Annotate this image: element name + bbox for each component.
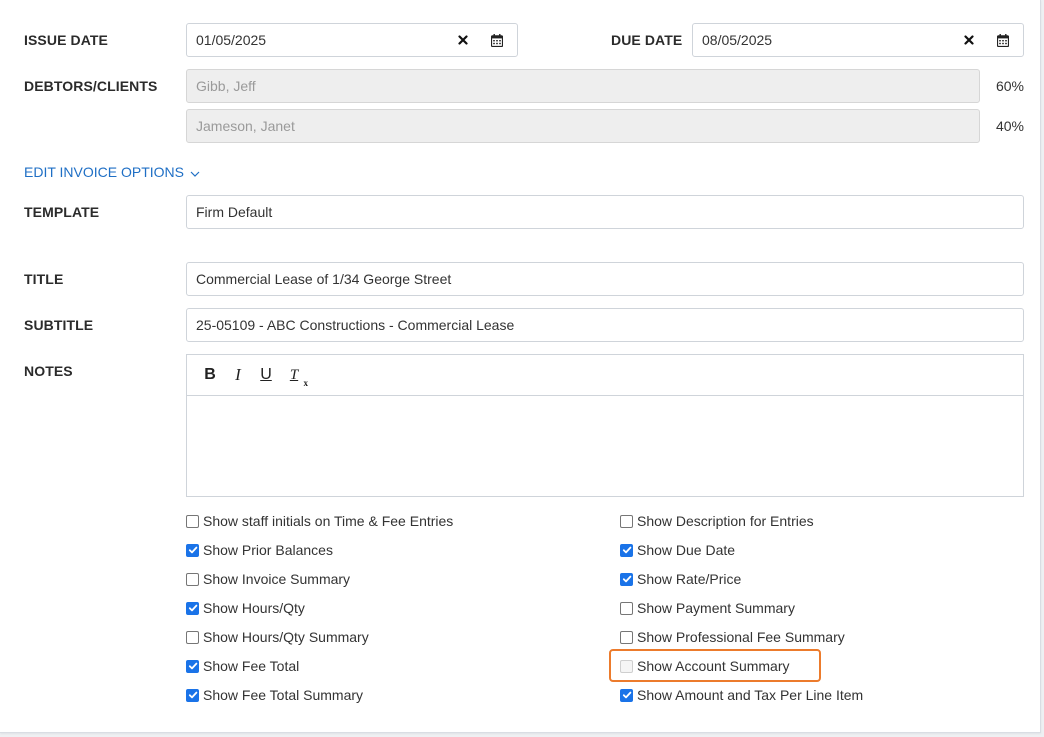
option-checkbox[interactable]: [620, 688, 633, 702]
chevron-down-icon[interactable]: [190, 164, 200, 180]
option-row[interactable]: Show staff initials on Time & Fee Entrie…: [186, 511, 453, 531]
option-checkbox[interactable]: [620, 630, 633, 644]
option-checkbox[interactable]: [620, 543, 633, 557]
debtor-percent-2: 40%: [995, 118, 1024, 134]
debtor-field-1: Gibb, Jeff: [186, 69, 980, 103]
debtor-name-2: Jameson, Janet: [196, 118, 295, 134]
option-checkbox[interactable]: [620, 601, 633, 615]
option-row[interactable]: Show Description for Entries: [620, 511, 814, 531]
option-checkbox[interactable]: [186, 688, 199, 702]
option-checkbox[interactable]: [186, 630, 199, 644]
option-checkbox[interactable]: [620, 514, 633, 528]
due-date-calendar-icon[interactable]: [992, 29, 1014, 51]
option-label[interactable]: Show staff initials on Time & Fee Entrie…: [203, 513, 453, 529]
notes-label: NOTES: [24, 363, 73, 379]
option-label[interactable]: Show Hours/Qty Summary: [203, 629, 369, 645]
option-checkbox[interactable]: [186, 543, 199, 557]
option-label[interactable]: Show Fee Total Summary: [203, 687, 363, 703]
issue-date-value[interactable]: 01/05/2025: [196, 32, 442, 48]
subtitle-value[interactable]: 25-05109 - ABC Constructions - Commercia…: [196, 317, 1014, 333]
option-row[interactable]: Show Prior Balances: [186, 540, 333, 560]
option-row[interactable]: Show Due Date: [620, 540, 735, 560]
option-label[interactable]: Show Description for Entries: [637, 513, 814, 529]
option-label[interactable]: Show Professional Fee Summary: [637, 629, 845, 645]
subtitle-input[interactable]: 25-05109 - ABC Constructions - Commercia…: [186, 308, 1024, 342]
edit-invoice-options-link[interactable]: EDIT INVOICE OPTIONS: [24, 164, 200, 180]
option-row[interactable]: Show Fee Total: [186, 656, 299, 676]
template-label: TEMPLATE: [24, 204, 100, 220]
issue-date-clear-times-icon[interactable]: [452, 29, 474, 51]
option-label[interactable]: Show Amount and Tax Per Line Item: [637, 687, 863, 703]
option-label[interactable]: Show Fee Total: [203, 658, 299, 674]
title-label: TITLE: [24, 271, 64, 287]
option-checkbox[interactable]: [186, 514, 199, 528]
due-date-clear-times-icon[interactable]: [958, 29, 980, 51]
due-date-label: DUE DATE: [611, 32, 683, 48]
option-label[interactable]: Show Hours/Qty: [203, 600, 305, 616]
edit-invoice-options-label[interactable]: EDIT INVOICE OPTIONS: [24, 164, 184, 180]
option-label[interactable]: Show Prior Balances: [203, 542, 333, 558]
issue-date-calendar-icon[interactable]: [486, 29, 508, 51]
debtor-percent-1: 60%: [995, 78, 1024, 94]
option-checkbox[interactable]: [186, 572, 199, 586]
bold-button[interactable]: B: [201, 364, 219, 386]
clear-format-button[interactable]: Tx: [285, 364, 308, 389]
option-label[interactable]: Show Rate/Price: [637, 571, 741, 587]
issue-date-label: ISSUE DATE: [24, 32, 108, 48]
debtor-name-1: Gibb, Jeff: [196, 78, 256, 94]
option-checkbox[interactable]: [186, 659, 199, 673]
debtor-field-2: Jameson, Janet: [186, 109, 980, 143]
clear-format-label[interactable]: T: [290, 367, 298, 384]
subtitle-label: SUBTITLE: [24, 317, 94, 333]
template-value[interactable]: Firm Default: [196, 204, 1014, 220]
option-label[interactable]: Show Due Date: [637, 542, 735, 558]
highlight-box: [609, 649, 821, 682]
option-row[interactable]: Show Amount and Tax Per Line Item: [620, 685, 863, 705]
issue-date-field[interactable]: 01/05/2025: [186, 23, 518, 57]
option-row[interactable]: Show Payment Summary: [620, 598, 795, 618]
italic-button[interactable]: I: [229, 364, 247, 386]
title-value[interactable]: Commercial Lease of 1/34 George Street: [196, 271, 1014, 287]
title-input[interactable]: Commercial Lease of 1/34 George Street: [186, 262, 1024, 296]
option-row[interactable]: Show Hours/Qty: [186, 598, 305, 618]
option-label[interactable]: Show Invoice Summary: [203, 571, 350, 587]
due-date-value[interactable]: 08/05/2025: [702, 32, 948, 48]
invoice-settings-panel: ISSUE DATE 01/05/2025 DUE DATE 08/05/202…: [0, 0, 1041, 733]
clear-format-x-icon[interactable]: x: [304, 378, 309, 388]
template-select[interactable]: Firm Default: [186, 195, 1024, 229]
option-row[interactable]: Show Rate/Price: [620, 569, 741, 589]
option-row[interactable]: Show Professional Fee Summary: [620, 627, 845, 647]
option-label[interactable]: Show Payment Summary: [637, 600, 795, 616]
notes-content[interactable]: [187, 396, 1023, 512]
due-date-field[interactable]: 08/05/2025: [692, 23, 1024, 57]
underline-button[interactable]: U: [257, 364, 275, 386]
option-row[interactable]: Show Hours/Qty Summary: [186, 627, 369, 647]
option-checkbox[interactable]: [186, 601, 199, 615]
option-row[interactable]: Show Fee Total Summary: [186, 685, 363, 705]
debtors-label: DEBTORS/CLIENTS: [24, 78, 158, 94]
option-checkbox[interactable]: [620, 572, 633, 586]
notes-toolbar: B I U Tx: [187, 355, 1023, 396]
notes-editor[interactable]: B I U Tx: [186, 354, 1024, 497]
option-row[interactable]: Show Invoice Summary: [186, 569, 350, 589]
